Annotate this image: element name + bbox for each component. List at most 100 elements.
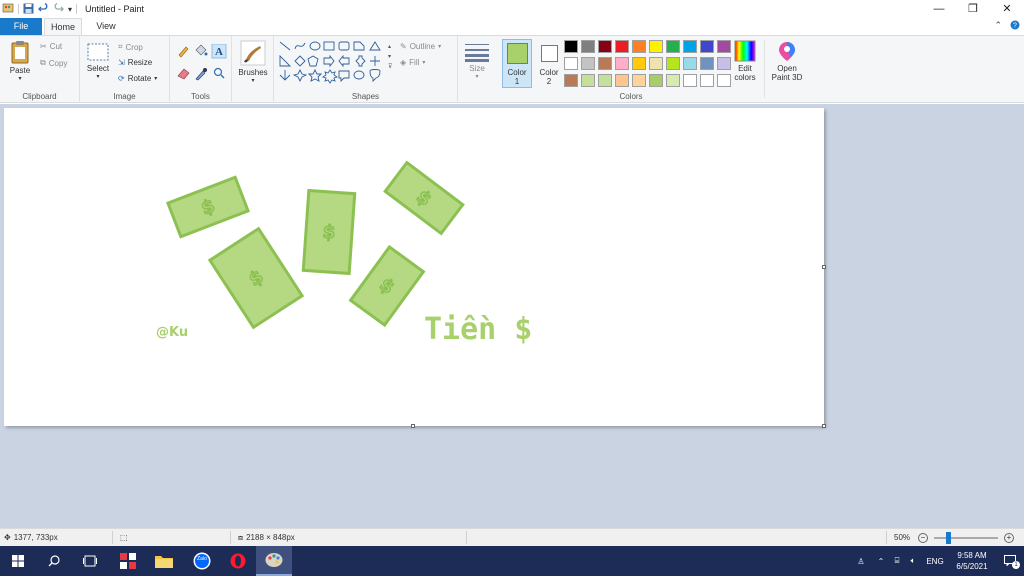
customize-qa-icon[interactable]: ▾ bbox=[68, 5, 72, 14]
help-icon[interactable]: ? bbox=[1010, 20, 1020, 32]
cut-label: Cut bbox=[49, 42, 63, 51]
palette-swatch[interactable] bbox=[683, 57, 697, 70]
restore-button[interactable]: ❐ bbox=[956, 0, 990, 18]
cut-button[interactable]: ✂ Cut bbox=[40, 42, 62, 51]
ribbon: Paste ▾ ✂ Cut ⧉ Copy Clipboard Select ▾ … bbox=[0, 35, 1024, 103]
redo-icon[interactable] bbox=[53, 2, 64, 16]
paste-button[interactable]: Paste ▾ bbox=[6, 40, 34, 84]
resize-handle-bottom[interactable] bbox=[411, 424, 415, 428]
palette-swatch[interactable] bbox=[564, 74, 578, 87]
palette-swatch[interactable] bbox=[666, 74, 680, 87]
tab-home[interactable]: Home bbox=[44, 18, 82, 35]
palette-swatch[interactable] bbox=[700, 40, 714, 53]
resize-handle-right[interactable] bbox=[822, 265, 826, 269]
palette-swatch[interactable] bbox=[666, 40, 680, 53]
magnifier-icon[interactable] bbox=[212, 66, 226, 80]
undo-icon[interactable] bbox=[38, 2, 49, 16]
taskbar-app-store[interactable] bbox=[110, 546, 146, 576]
outline-label: Outline bbox=[409, 42, 436, 51]
size-button[interactable]: Size ▾ bbox=[462, 42, 492, 82]
money-bill: $ bbox=[383, 160, 465, 236]
palette-swatch[interactable] bbox=[717, 57, 731, 70]
shapes-gallery[interactable] bbox=[278, 40, 390, 86]
rotate-button[interactable]: ⟳ Rotate ▾ bbox=[118, 74, 157, 83]
palette-swatch[interactable] bbox=[581, 74, 595, 87]
taskbar-file-explorer[interactable] bbox=[146, 546, 182, 576]
outline-button[interactable]: ✎ Outline ▾ bbox=[400, 42, 441, 51]
people-icon[interactable]: ♙ bbox=[850, 557, 872, 566]
taskbar-paint[interactable] bbox=[256, 546, 292, 576]
start-button[interactable] bbox=[0, 546, 36, 576]
taskbar-opera[interactable] bbox=[220, 546, 256, 576]
palette-swatch[interactable] bbox=[598, 74, 612, 87]
palette-swatch[interactable] bbox=[564, 57, 578, 70]
resize-handle-corner[interactable] bbox=[822, 424, 826, 428]
palette-swatch[interactable] bbox=[700, 74, 714, 87]
palette-swatch[interactable] bbox=[632, 40, 646, 53]
palette-swatch[interactable] bbox=[581, 57, 595, 70]
palette-swatch[interactable] bbox=[598, 57, 612, 70]
select-button[interactable]: Select ▾ bbox=[84, 42, 112, 82]
paste-label: Paste bbox=[9, 66, 31, 75]
cursor-position: ✥ 1377, 733px bbox=[4, 529, 58, 546]
color2-label-line1: Color bbox=[539, 68, 559, 77]
palette-swatch[interactable] bbox=[717, 40, 731, 53]
volume-icon[interactable]: 🔈︎ bbox=[904, 556, 922, 566]
palette-swatch[interactable] bbox=[649, 74, 663, 87]
taskbar-zalo[interactable]: Zalo bbox=[184, 546, 220, 576]
tab-file[interactable]: File bbox=[0, 18, 42, 35]
zoom-slider-thumb[interactable] bbox=[946, 531, 951, 544]
copy-button[interactable]: ⧉ Copy bbox=[40, 58, 67, 68]
palette-swatch[interactable] bbox=[632, 74, 646, 87]
network-icon[interactable]: ⌸ bbox=[890, 556, 904, 566]
palette-swatch[interactable] bbox=[666, 57, 680, 70]
palette-swatch[interactable] bbox=[581, 40, 595, 53]
save-icon[interactable] bbox=[23, 3, 34, 16]
folder-icon bbox=[155, 556, 173, 568]
search-button[interactable] bbox=[36, 546, 72, 576]
palette-swatch[interactable] bbox=[615, 40, 629, 53]
palette-swatch[interactable] bbox=[683, 74, 697, 87]
canvas-workspace[interactable]: $ $ $ $ $ @Ku Tiền $ bbox=[0, 104, 1024, 528]
collapse-ribbon-icon[interactable]: ⌃ bbox=[994, 20, 1002, 32]
palette-swatch[interactable] bbox=[564, 40, 578, 53]
palette-swatch[interactable] bbox=[649, 57, 663, 70]
shapes-scroll[interactable]: ▴ ▾ ⊽ bbox=[388, 42, 392, 72]
clock[interactable]: 9:58 AM 6/5/2021 bbox=[948, 550, 996, 572]
show-hidden-icons[interactable]: ⌃ bbox=[872, 557, 890, 566]
color-picker-icon[interactable] bbox=[194, 66, 208, 81]
notification-center-button[interactable]: 1 bbox=[996, 554, 1024, 569]
edit-colors-button[interactable]: Edit colors bbox=[730, 40, 760, 82]
minimize-button[interactable]: — bbox=[922, 0, 956, 18]
palette-swatch[interactable] bbox=[598, 40, 612, 53]
zoom-in-button[interactable]: + bbox=[1004, 532, 1014, 543]
open-paint3d-button[interactable]: Open Paint 3D bbox=[768, 40, 806, 82]
fill-button[interactable]: ◈ Fill ▾ bbox=[400, 58, 425, 67]
palette-swatch[interactable] bbox=[683, 40, 697, 53]
drawing-canvas[interactable]: $ $ $ $ $ @Ku Tiền $ bbox=[4, 108, 824, 426]
zoom-slider[interactable] bbox=[934, 531, 998, 544]
fill-bucket-icon[interactable] bbox=[194, 44, 208, 58]
palette-swatch[interactable] bbox=[649, 40, 663, 53]
task-view-button[interactable] bbox=[72, 546, 108, 576]
paint-app-icon[interactable] bbox=[2, 2, 14, 16]
ribbon-tabs: File Home View ⌃ ? bbox=[0, 18, 1024, 35]
color1-label: Color 1 bbox=[502, 68, 532, 86]
zoom-out-button[interactable]: − bbox=[918, 532, 928, 543]
pencil-icon[interactable] bbox=[176, 44, 190, 58]
palette-swatch[interactable] bbox=[615, 74, 629, 87]
palette-swatch[interactable] bbox=[615, 57, 629, 70]
palette-swatch[interactable] bbox=[717, 74, 731, 87]
brushes-button[interactable]: Brushes ▾ bbox=[236, 40, 270, 86]
resize-button[interactable]: ⇲ Resize bbox=[118, 58, 152, 67]
tab-view[interactable]: View bbox=[88, 18, 124, 35]
eraser-icon[interactable] bbox=[176, 66, 190, 80]
close-button[interactable]: ✕ bbox=[990, 0, 1024, 18]
color2-button[interactable] bbox=[541, 45, 558, 62]
palette-swatch[interactable] bbox=[632, 57, 646, 70]
text-tool-icon[interactable]: A bbox=[211, 44, 227, 59]
palette-swatch[interactable] bbox=[700, 57, 714, 70]
crop-button[interactable]: ⌗ Crop bbox=[118, 42, 143, 52]
language-indicator[interactable]: ENG bbox=[922, 557, 948, 566]
image-size-text: 2188 × 848px bbox=[246, 533, 295, 542]
